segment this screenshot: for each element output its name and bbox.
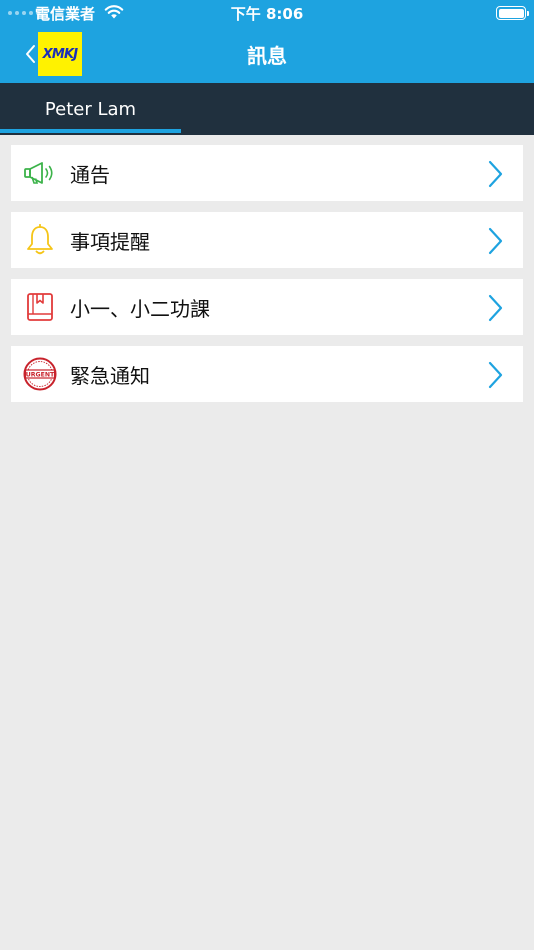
bell-icon	[23, 223, 57, 257]
list-item-label: 通告	[70, 162, 110, 187]
list-item-reminders[interactable]: 事項提醒	[11, 212, 523, 268]
list-item-label: 小一、小二功課	[70, 296, 210, 321]
list-item-notices[interactable]: 通告	[11, 145, 523, 201]
book-icon	[23, 290, 57, 324]
tab-student[interactable]: Peter Lam	[0, 83, 181, 135]
list-item-urgent[interactable]: URGENT 緊急通知	[11, 346, 523, 402]
svg-text:URGENT: URGENT	[26, 372, 55, 379]
tab-selected-indicator	[0, 129, 181, 133]
list-item-homework[interactable]: 小一、小二功課	[11, 279, 523, 335]
status-time: 下午 8:06	[230, 5, 304, 23]
navigation-header: 電信業者 下午 8:06 XMKJ 訊息	[0, 0, 534, 83]
message-category-list: 通告 事項提醒 小一、小二功課 URGENT 緊急通知	[11, 145, 523, 413]
tab-label: Peter Lam	[44, 98, 137, 120]
chevron-right-icon	[488, 294, 503, 322]
chevron-right-icon	[488, 160, 503, 188]
chevron-right-icon	[488, 361, 503, 389]
chevron-right-icon	[488, 227, 503, 255]
list-item-label: 事項提醒	[70, 229, 150, 254]
tab-bar: Peter Lam	[0, 83, 534, 135]
battery-icon	[496, 6, 529, 20]
megaphone-icon	[23, 156, 57, 190]
list-item-label: 緊急通知	[70, 363, 150, 388]
status-bar: 電信業者 下午 8:06	[0, 0, 534, 26]
page-title: 訊息	[247, 44, 287, 68]
urgent-stamp-icon: URGENT	[23, 357, 57, 391]
